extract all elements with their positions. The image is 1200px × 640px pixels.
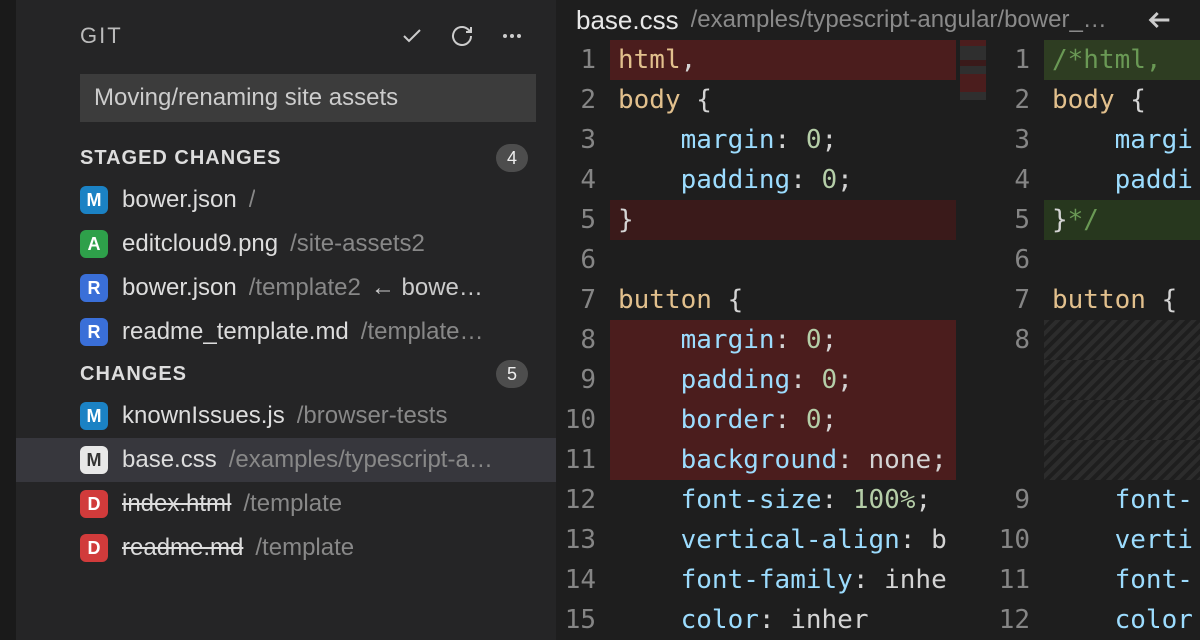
- code-left[interactable]: html,body { margin: 0; padding: 0;}butto…: [610, 40, 956, 640]
- file-path: /site-assets2: [290, 230, 425, 258]
- file-row[interactable]: Rbower.json/template2 ← bowe…: [16, 266, 556, 310]
- file-path: /browser-tests: [297, 402, 448, 430]
- commit-message-input[interactable]: [80, 74, 536, 122]
- status-chip: M: [80, 186, 108, 214]
- section-header[interactable]: CHANGES5: [16, 354, 556, 394]
- sidebar-title: GIT: [80, 23, 378, 49]
- status-chip: D: [80, 534, 108, 562]
- file-name: bower.json: [122, 274, 237, 302]
- status-chip: R: [80, 274, 108, 302]
- refresh-icon[interactable]: [446, 20, 478, 52]
- section-title: CHANGES: [80, 363, 496, 386]
- status-chip: M: [80, 446, 108, 474]
- minimap[interactable]: [956, 40, 990, 640]
- status-chip: R: [80, 318, 108, 346]
- file-path: /template: [255, 534, 354, 562]
- file-extra: ← bowe…: [371, 274, 483, 302]
- gutter-left: 123456789101112131415: [556, 40, 610, 640]
- code-right[interactable]: /*html,body { margi paddi}*/button { fon…: [1044, 40, 1200, 640]
- file-path: /template…: [361, 318, 484, 346]
- file-name: editcloud9.png: [122, 230, 278, 258]
- file-name: bower.json: [122, 186, 237, 214]
- tab-filename[interactable]: base.css: [576, 5, 679, 36]
- file-row[interactable]: Dreadme.md/template: [16, 526, 556, 570]
- file-path: /: [249, 186, 256, 214]
- status-chip: M: [80, 402, 108, 430]
- section-title: STAGED CHANGES: [80, 147, 496, 170]
- file-path: /examples/typescript-a…: [229, 446, 493, 474]
- file-row[interactable]: Aeditcloud9.png/site-assets2: [16, 222, 556, 266]
- file-row[interactable]: Rreadme_template.md/template…: [16, 310, 556, 354]
- status-chip: A: [80, 230, 108, 258]
- file-name: readme_template.md: [122, 318, 349, 346]
- tab-bar: base.css /examples/typescript-angular/bo…: [556, 0, 1200, 40]
- diff-view[interactable]: 123456789101112131415 html,body { margin…: [556, 40, 1200, 640]
- file-name: index.html: [122, 490, 231, 518]
- section-header[interactable]: STAGED CHANGES4: [16, 138, 556, 178]
- file-name: knownIssues.js: [122, 402, 285, 430]
- count-badge: 5: [496, 360, 528, 388]
- file-row[interactable]: Dindex.html/template: [16, 482, 556, 526]
- file-name: readme.md: [122, 534, 243, 562]
- gutter-right: 123456789101112: [990, 40, 1044, 640]
- tab-path: /examples/typescript-angular/bower_…: [691, 6, 1140, 34]
- git-sidebar: GIT STAGED CHANGES4 Mbower.json / Aeditclou…: [16, 0, 556, 640]
- file-row[interactable]: Mbower.json /: [16, 178, 556, 222]
- file-path: /template2: [249, 274, 361, 302]
- file-row[interactable]: MknownIssues.js/browser-tests: [16, 394, 556, 438]
- editor: base.css /examples/typescript-angular/bo…: [556, 0, 1200, 640]
- file-name: base.css: [122, 446, 217, 474]
- count-badge: 4: [496, 144, 528, 172]
- commit-icon[interactable]: [396, 20, 428, 52]
- back-arrow-icon[interactable]: [1140, 6, 1180, 34]
- file-row[interactable]: Mbase.css/examples/typescript-a…: [16, 438, 556, 482]
- file-path: /template: [243, 490, 342, 518]
- status-chip: D: [80, 490, 108, 518]
- more-icon[interactable]: [496, 20, 528, 52]
